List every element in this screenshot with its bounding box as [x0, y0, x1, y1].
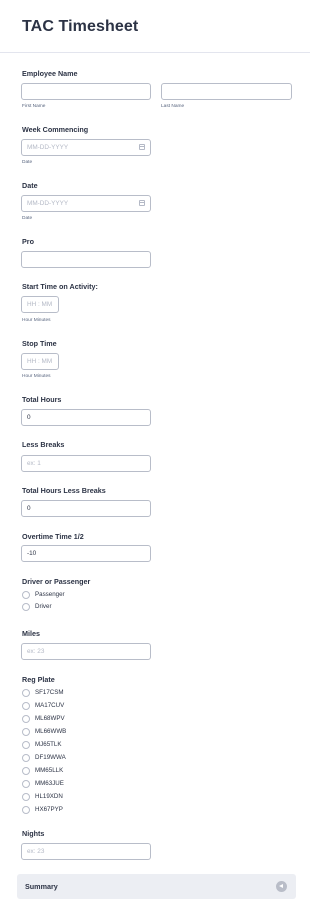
week-commencing-sublabel: Date — [22, 160, 33, 165]
stop-time-sublabel: Hour Minutes — [22, 374, 51, 379]
start-time-input[interactable] — [21, 296, 59, 313]
radio-option-reg-plate[interactable]: MA17CUV — [22, 701, 64, 710]
overtime-label: Overtime Time 1/2 — [22, 532, 84, 541]
form-title: TAC Timesheet — [22, 18, 139, 35]
radio-label: SF17CSM — [35, 689, 64, 696]
radio-option-reg-plate[interactable]: MM65LLK — [22, 766, 63, 775]
radio-button[interactable] — [22, 701, 30, 710]
driver-passenger-label: Driver or Passenger — [22, 577, 91, 586]
date-input[interactable] — [21, 195, 151, 212]
radio-button[interactable] — [22, 805, 30, 814]
date-label: Date — [22, 181, 38, 190]
radio-option-reg-plate[interactable]: MM63JUE — [22, 779, 64, 788]
radio-button[interactable] — [22, 727, 30, 736]
total-less-breaks-input[interactable] — [21, 500, 151, 517]
less-breaks-label: Less Breaks — [22, 440, 65, 449]
overtime-input[interactable] — [21, 545, 151, 562]
radio-label: MM63JUE — [35, 780, 64, 787]
radio-button[interactable] — [22, 753, 30, 762]
radio-button[interactable] — [22, 792, 30, 801]
radio-button[interactable] — [22, 740, 30, 749]
radio-option-reg-plate[interactable]: ML66WWB — [22, 727, 66, 736]
last-name-sublabel: Last Name — [161, 104, 185, 109]
radio-option-reg-plate[interactable]: HL19XDN — [22, 792, 63, 801]
calendar-icon[interactable] — [139, 200, 145, 206]
first-name-input[interactable] — [21, 83, 151, 100]
radio-label: MA17CUV — [35, 702, 65, 709]
radio-button[interactable] — [22, 779, 30, 788]
radio-label: HX67PYP — [35, 806, 63, 813]
form-header: TAC Timesheet — [0, 0, 310, 53]
stop-time-label: Stop Time — [22, 339, 57, 348]
last-name-input[interactable] — [161, 83, 292, 100]
calendar-icon[interactable] — [139, 144, 145, 150]
reg-plate-label: Reg Plate — [22, 675, 55, 684]
miles-label: Miles — [22, 629, 40, 638]
radio-label: MJ65TLK — [35, 741, 62, 748]
total-hours-input[interactable] — [21, 409, 151, 426]
radio-label: Driver — [35, 603, 52, 610]
radio-option-reg-plate[interactable]: DF19WWA — [22, 753, 66, 762]
radio-label: HL19XDN — [35, 793, 63, 800]
radio-label: MM65LLK — [35, 767, 64, 774]
nights-label: Nights — [22, 829, 45, 838]
radio-label: Passenger — [35, 591, 65, 598]
summary-title: Summary — [25, 882, 58, 891]
employee-name-label: Employee Name — [22, 69, 78, 78]
start-time-sublabel: Hour Minutes — [22, 318, 51, 323]
less-breaks-input[interactable] — [21, 455, 151, 472]
week-commencing-label: Week Commencing — [22, 125, 89, 134]
radio-option-reg-plate[interactable]: HX67PYP — [22, 805, 63, 814]
radio-label: DF19WWA — [35, 754, 66, 761]
radio-label: ML68WPV — [35, 715, 65, 722]
radio-button[interactable] — [22, 602, 30, 611]
pro-input[interactable] — [21, 251, 151, 268]
chevron-left-icon[interactable] — [276, 881, 287, 892]
stop-time-input[interactable] — [21, 353, 59, 370]
nights-input[interactable] — [21, 843, 151, 860]
radio-option-reg-plate[interactable]: MJ65TLK — [22, 740, 61, 749]
radio-option-driver[interactable]: Driver — [22, 602, 52, 611]
pro-label: Pro — [22, 237, 34, 246]
radio-option-reg-plate[interactable]: SF17CSM — [22, 688, 64, 697]
radio-button[interactable] — [22, 766, 30, 775]
start-time-label: Start Time on Activity: — [22, 282, 98, 291]
miles-input[interactable] — [21, 643, 151, 660]
radio-label: ML66WWB — [35, 728, 67, 735]
radio-option-passenger[interactable]: Passenger — [22, 590, 65, 599]
total-hours-label: Total Hours — [22, 395, 62, 404]
date-sublabel: Date — [22, 216, 33, 221]
radio-button[interactable] — [22, 714, 30, 723]
radio-option-reg-plate[interactable]: ML68WPV — [22, 714, 65, 723]
total-less-breaks-label: Total Hours Less Breaks — [22, 486, 106, 495]
week-commencing-input[interactable] — [21, 139, 151, 156]
first-name-sublabel: First Name — [22, 104, 46, 109]
radio-button[interactable] — [22, 688, 30, 697]
radio-button[interactable] — [22, 590, 30, 599]
summary-section-toggle[interactable]: Summary — [17, 874, 296, 899]
